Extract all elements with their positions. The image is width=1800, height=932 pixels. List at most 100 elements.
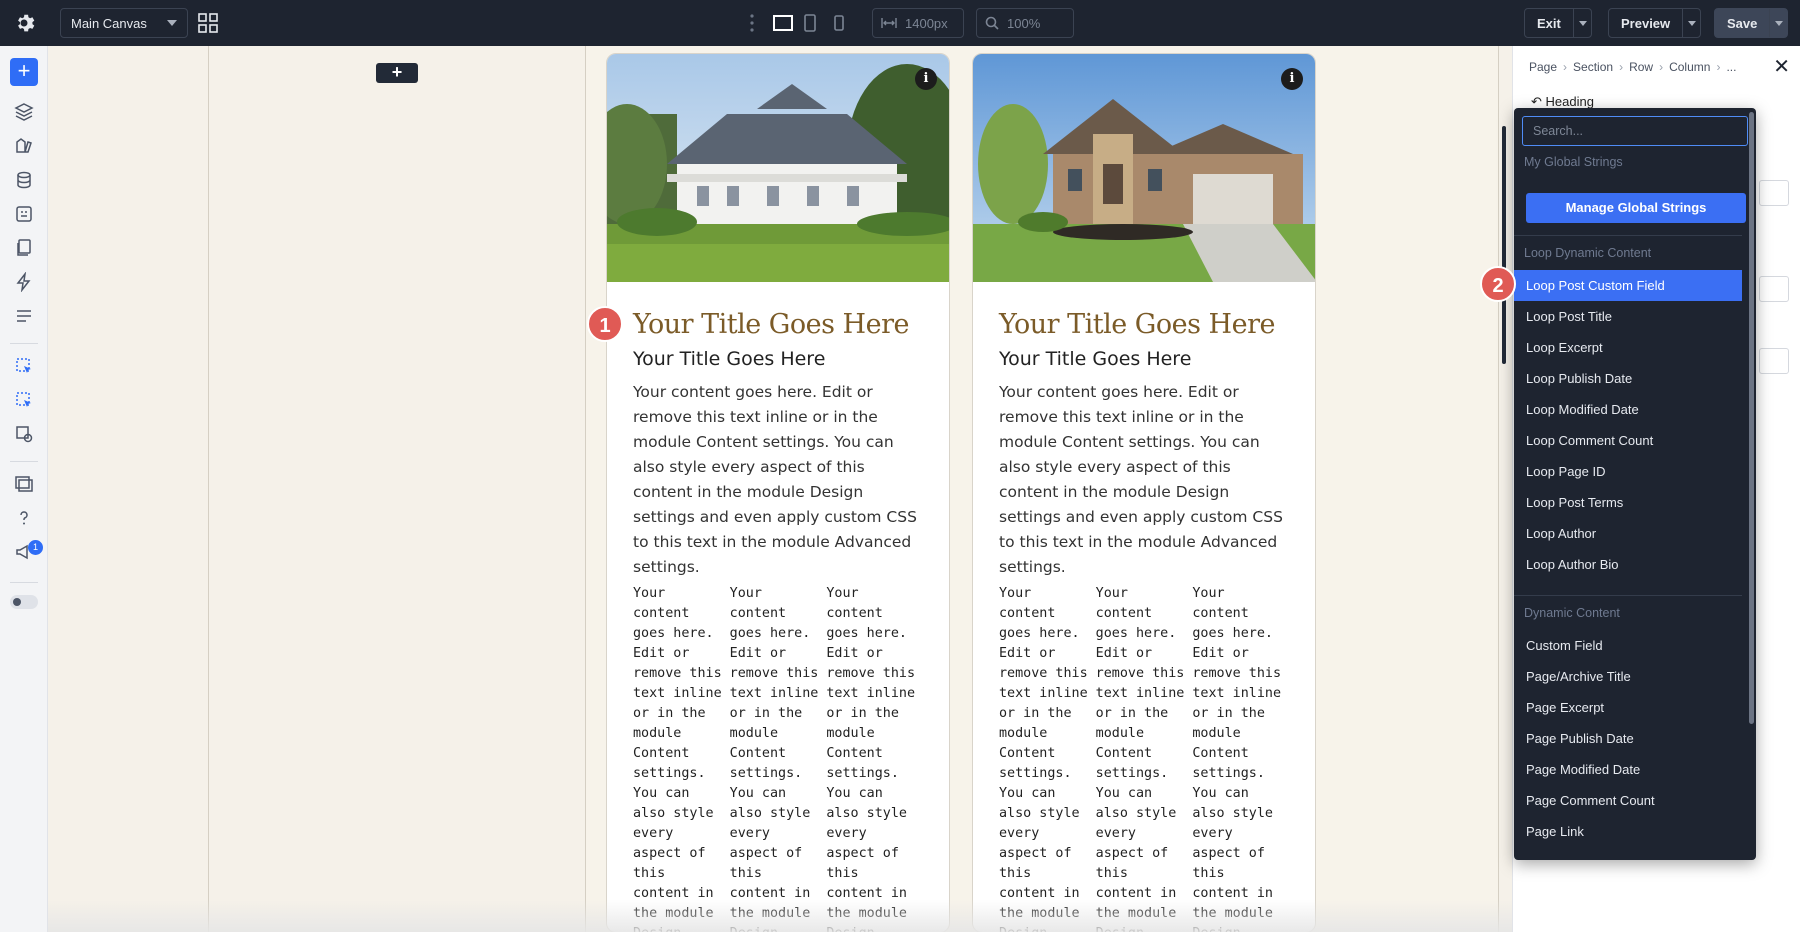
canvas-scrollbar[interactable] (1502, 126, 1506, 364)
breadcrumb-column[interactable]: Column (1669, 60, 1710, 74)
phone-view-icon[interactable] (832, 13, 846, 33)
loop-card[interactable]: i Your Title Goes Here Your Title Goes H… (972, 53, 1316, 932)
breadcrumb-page[interactable]: Page (1529, 60, 1557, 74)
settings-gear-icon[interactable] (12, 11, 36, 35)
lightning-icon[interactable] (14, 272, 34, 292)
card-title-sans[interactable]: Your Title Goes Here (999, 347, 1289, 371)
dropdown-item-page-excerpt[interactable]: Page Excerpt (1514, 692, 1742, 723)
house-photo-illustration (607, 54, 949, 282)
chevron-down-icon (167, 20, 177, 26)
undo-icon[interactable]: ↶ (1531, 94, 1542, 109)
dropdown-item-page-modified-date[interactable]: Page Modified Date (1514, 754, 1742, 785)
design-palette-icon[interactable] (14, 136, 34, 156)
close-icon[interactable]: ✕ (1773, 54, 1790, 79)
zoom-field[interactable]: 100% (976, 8, 1074, 38)
card-title-serif[interactable]: Your Title Goes Here (999, 308, 1289, 342)
preview-button[interactable]: Preview (1608, 8, 1702, 38)
breadcrumb: Page › Section › Row › Column ›... (1529, 60, 1736, 74)
select-element-icon[interactable] (14, 356, 34, 376)
breadcrumb-row[interactable]: Row (1629, 60, 1653, 74)
layers-icon[interactable] (14, 102, 34, 122)
card-body-text[interactable]: Your content goes here. Edit or remove t… (999, 380, 1289, 580)
manage-global-strings-button[interactable]: Manage Global Strings (1526, 193, 1746, 223)
breadcrumb-separator: › (1563, 60, 1568, 74)
dropdown-item-loop-publish-date[interactable]: Loop Publish Date (1514, 363, 1742, 394)
loop-card[interactable]: i Your Title Goes Here Your Title Goes H… (606, 53, 950, 932)
variables-icon[interactable] (14, 204, 34, 224)
sidebar-divider (10, 461, 38, 462)
breadcrumb-separator: › (1716, 60, 1721, 74)
mono-text-column[interactable]: Your content goes here. Edit or remove t… (730, 584, 827, 932)
panel-field[interactable] (1759, 276, 1789, 302)
notification-badge: 1 (28, 540, 43, 555)
section-guide-line (1498, 46, 1499, 932)
mono-text-column[interactable]: Your content goes here. Edit or remove t… (1192, 584, 1289, 932)
layouts-icon[interactable] (14, 474, 34, 494)
add-module-button[interactable]: + (10, 58, 38, 86)
top-toolbar: Main Canvas 1400px 100% Exit Preview Sav… (0, 0, 1800, 46)
multi-select-icon[interactable] (14, 390, 34, 410)
save-options-chevron-icon[interactable] (1769, 9, 1787, 37)
mono-text-column[interactable]: Your content goes here. Edit or remove t… (999, 584, 1096, 932)
width-arrows-icon (881, 18, 897, 28)
preview-options-chevron-icon[interactable] (1682, 9, 1700, 37)
help-icon[interactable] (14, 508, 34, 528)
theme-toggle[interactable] (10, 595, 38, 609)
canvas-width-field[interactable]: 1400px (872, 8, 964, 38)
canvas-select[interactable]: Main Canvas (60, 8, 188, 38)
sidebar-divider (10, 343, 38, 344)
card-title-sans[interactable]: Your Title Goes Here (633, 347, 923, 371)
dropdown-item-loop-modified-date[interactable]: Loop Modified Date (1514, 394, 1742, 425)
dropdown-item-page-link[interactable]: Page Link (1514, 816, 1742, 847)
exit-button[interactable]: Exit (1524, 8, 1592, 38)
list-settings-icon[interactable] (14, 306, 34, 326)
dropdown-item-page-publish-date[interactable]: Page Publish Date (1514, 723, 1742, 754)
left-sidebar: + 1 (0, 46, 48, 932)
canvas-width-value: 1400px (905, 15, 948, 31)
dropdown-item-page-archive-title[interactable]: Page/Archive Title (1514, 661, 1742, 692)
dropdown-scrollbar[interactable] (1749, 112, 1754, 724)
drag-handle-icon[interactable] (749, 13, 755, 33)
dropdown-item-loop-post-title[interactable]: Loop Post Title (1514, 301, 1742, 332)
panel-field[interactable] (1759, 348, 1789, 374)
house-image: i (607, 54, 949, 282)
dropdown-item-loop-post-terms[interactable]: Loop Post Terms (1514, 487, 1742, 518)
dropdown-item-custom-field[interactable]: Custom Field (1514, 630, 1742, 661)
breadcrumb-section[interactable]: Section (1573, 60, 1613, 74)
panel-field[interactable] (1759, 180, 1789, 206)
dropdown-divider (1514, 595, 1742, 596)
dropdown-item-loop-author-bio[interactable]: Loop Author Bio (1514, 549, 1742, 580)
search-input[interactable] (1522, 116, 1748, 146)
mono-text-columns: Your content goes here. Edit or remove t… (999, 584, 1289, 932)
save-button-label: Save (1727, 15, 1758, 31)
card-body-text[interactable]: Your content goes here. Edit or remove t… (633, 380, 923, 580)
template-settings-icon[interactable] (14, 424, 34, 444)
desktop-view-icon[interactable] (772, 13, 794, 33)
mono-text-column[interactable]: Your content goes here. Edit or remove t… (1096, 584, 1193, 932)
breadcrumb-more[interactable]: ... (1726, 60, 1736, 74)
mono-text-column[interactable]: Your content goes here. Edit or remove t… (633, 584, 730, 932)
house-image: i (973, 54, 1315, 282)
mono-text-column[interactable]: Your content goes here. Edit or remove t… (826, 584, 923, 932)
house-photo-illustration (973, 54, 1315, 282)
info-icon[interactable]: i (1281, 68, 1303, 90)
pages-icon[interactable] (14, 238, 34, 258)
add-section-button[interactable]: + (376, 63, 418, 83)
dropdown-item-loop-page-id[interactable]: Loop Page ID (1514, 456, 1742, 487)
grid-layout-icon[interactable] (198, 13, 218, 33)
card-content: Your Title Goes Here Your Title Goes Her… (973, 282, 1315, 932)
dropdown-item-page-comment-count[interactable]: Page Comment Count (1514, 785, 1742, 816)
module-heading-label: Heading (1545, 94, 1594, 109)
dropdown-item-loop-comment-count[interactable]: Loop Comment Count (1514, 425, 1742, 456)
mono-text-columns: Your content goes here. Edit or remove t… (633, 584, 923, 932)
save-button[interactable]: Save (1714, 8, 1789, 38)
dropdown-item-loop-author[interactable]: Loop Author (1514, 518, 1742, 549)
dropdown-item-loop-post-custom-field[interactable]: Loop Post Custom Field (1514, 270, 1742, 301)
tablet-view-icon[interactable] (802, 13, 818, 33)
info-icon[interactable]: i (915, 68, 937, 90)
exit-options-chevron-icon[interactable] (1572, 9, 1591, 37)
dropdown-item-loop-excerpt[interactable]: Loop Excerpt (1514, 332, 1742, 363)
section-guide-line (208, 46, 209, 932)
database-icon[interactable] (14, 170, 34, 190)
card-title-serif[interactable]: Your Title Goes Here (633, 308, 923, 342)
